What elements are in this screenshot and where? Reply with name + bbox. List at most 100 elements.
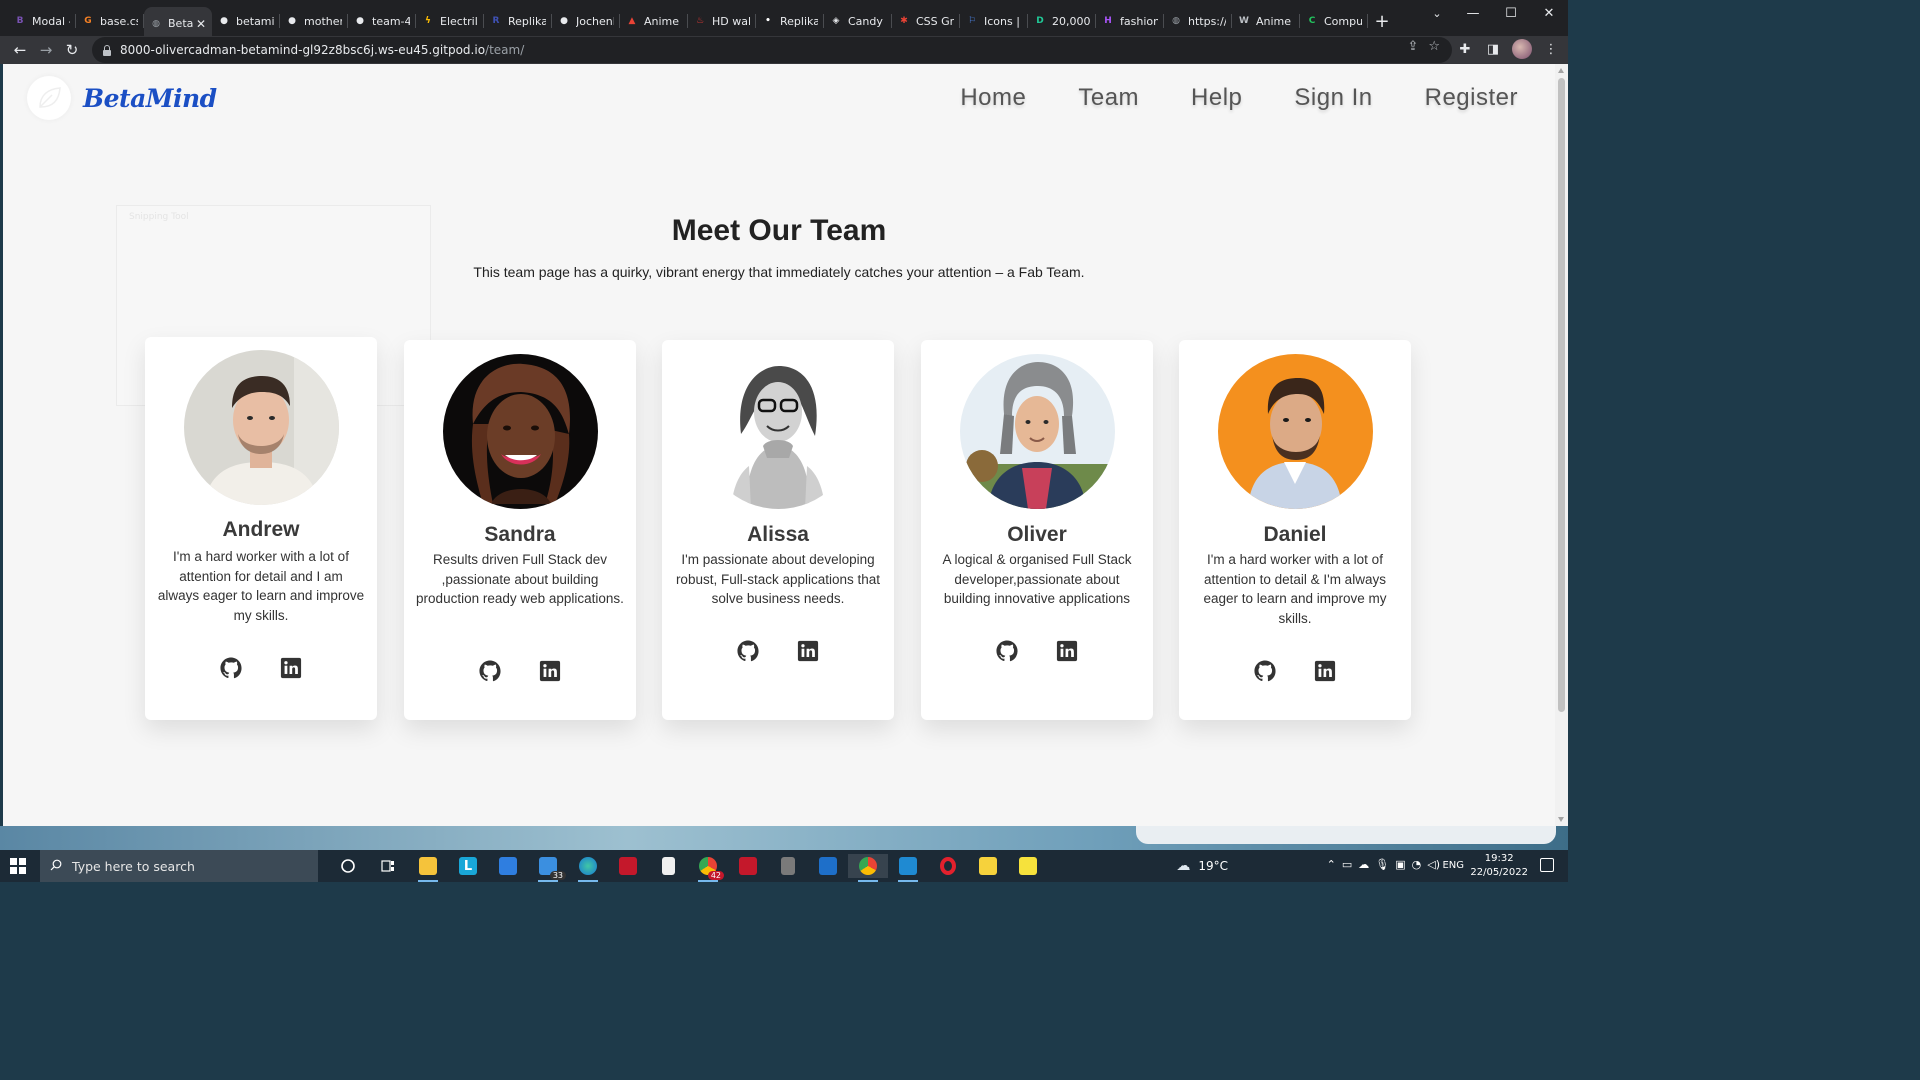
share-icon[interactable]: ⇪ <box>1407 39 1418 54</box>
back-icon[interactable]: ← <box>8 38 32 62</box>
browser-tab[interactable]: ● betamin <box>212 7 280 35</box>
browser-tab[interactable]: B Modal - <box>8 7 76 35</box>
windows-start-icon[interactable] <box>10 858 26 874</box>
github-icon[interactable] <box>479 660 501 682</box>
photos-icon[interactable] <box>808 854 848 878</box>
store-icon[interactable] <box>488 854 528 878</box>
cortana-icon[interactable] <box>328 854 368 878</box>
nav-help[interactable]: Help <box>1191 84 1242 112</box>
nav-register[interactable]: Register <box>1425 84 1518 112</box>
maximize-icon[interactable]: ☐ <box>1492 0 1530 26</box>
sticky-notes-icon-2[interactable] <box>1008 854 1048 878</box>
github-icon[interactable] <box>1254 660 1276 682</box>
github-icon[interactable] <box>220 657 242 679</box>
browser-tab[interactable]: ✱ CSS Gra <box>892 7 960 35</box>
reload-icon[interactable]: ↻ <box>60 38 84 62</box>
browser-tab[interactable]: ● JochenF <box>552 7 620 35</box>
volume-icon[interactable]: ◁) <box>1427 858 1440 871</box>
site-logo[interactable]: BetaMind <box>27 76 217 120</box>
wifi-icon[interactable]: ◔ <box>1412 858 1422 871</box>
browser-tab[interactable]: ● team-4 <box>348 7 416 35</box>
weather-widget[interactable]: ☁ 19°C <box>1176 858 1228 874</box>
browser-tab[interactable]: ♨ HD wall <box>688 7 756 35</box>
tray-icons: ⌃ ▭ ☁ 🎙 ▣ ◔ ◁) <box>1327 858 1440 871</box>
taskbar-search[interactable]: Type here to search <box>40 850 318 882</box>
vscode-icon[interactable] <box>888 854 928 882</box>
avatar <box>960 354 1115 509</box>
close-tab-icon[interactable]: ✕ <box>196 17 206 31</box>
linkedin-icon[interactable] <box>797 640 819 662</box>
nav-team[interactable]: Team <box>1078 84 1139 112</box>
mail-icon[interactable]: 33 <box>528 854 568 882</box>
github-icon[interactable] <box>996 640 1018 662</box>
scroll-down-arrow-icon[interactable] <box>1558 817 1564 822</box>
social-links <box>662 640 894 662</box>
browser-tab-strip: BModal - Gbase.css◍Beta✕●betamin●mother●… <box>0 0 1568 40</box>
display-icon[interactable]: ▣ <box>1395 858 1405 871</box>
chevron-up-icon[interactable]: ⌃ <box>1327 858 1336 871</box>
input-language[interactable]: ENG <box>1442 860 1464 871</box>
browser-tab[interactable]: Hfashion <box>1096 7 1164 35</box>
close-window-icon[interactable]: ✕ <box>1530 0 1568 26</box>
mcafee-icon-2[interactable] <box>728 854 768 878</box>
sticky-notes-icon[interactable] <box>968 854 1008 878</box>
linkedin-icon[interactable] <box>280 657 302 679</box>
browser-tab[interactable]: ⚐ Icons | F <box>960 7 1028 35</box>
github-icon[interactable] <box>737 640 759 662</box>
scrollbar-thumb[interactable] <box>1558 78 1565 712</box>
browser-tab[interactable]: ϟ Electrill <box>416 7 484 35</box>
page-scrollbar[interactable] <box>1555 64 1568 826</box>
browser-tab[interactable]: ● mother <box>280 7 348 35</box>
meet-now-icon[interactable]: ▭ <box>1342 858 1352 871</box>
chrome-icon[interactable] <box>848 854 888 882</box>
browser-tab[interactable]: ◈ Candy C <box>824 7 892 35</box>
linkedin-icon[interactable] <box>1314 660 1336 682</box>
calculator-icon[interactable] <box>768 854 808 878</box>
browser-tab[interactable]: Gbase.css <box>76 7 144 35</box>
mail-badge: 33 <box>549 871 566 880</box>
search-icon <box>50 859 62 871</box>
menu-kebab-icon[interactable]: ⋮ <box>1542 38 1560 60</box>
linkedin-icon[interactable] <box>1056 640 1078 662</box>
browser-tab[interactable]: ◍ https:// <box>1164 7 1232 35</box>
new-tab-icon[interactable]: + <box>1368 7 1396 35</box>
browser-tab[interactable]: D 20,000+ <box>1028 7 1096 35</box>
chrome-badge: 42 <box>707 871 724 880</box>
avatar <box>443 354 598 509</box>
task-view-icon[interactable] <box>368 854 408 878</box>
l-app-icon[interactable]: L <box>448 854 488 878</box>
nav-home[interactable]: Home <box>960 84 1026 112</box>
forward-icon[interactable]: → <box>34 38 58 62</box>
chrome-beta-icon[interactable]: 42 <box>688 854 728 882</box>
scroll-up-arrow-icon[interactable] <box>1558 68 1564 73</box>
file-explorer-icon[interactable] <box>408 854 448 882</box>
opera-icon[interactable] <box>928 854 968 878</box>
browser-tab[interactable]: W Anime v <box>1232 7 1300 35</box>
tab-search-icon[interactable]: ⌄ <box>1422 0 1452 26</box>
bookmark-star-icon[interactable]: ☆ <box>1428 39 1440 54</box>
taskbar-clock[interactable]: 19:32 22/05/2022 <box>1470 852 1528 880</box>
notification-icon[interactable] <box>1540 858 1554 872</box>
tab-title: JochenF <box>576 14 614 28</box>
globe-icon: ◍ <box>152 18 160 29</box>
candy-icon: ◈ <box>832 16 840 26</box>
browser-tab[interactable]: • Replika <box>756 7 824 35</box>
cloud-icon[interactable]: ☁ <box>1358 858 1369 871</box>
address-bar[interactable]: 8000-olivercadman-betamind-gl92z8bsc6j.w… <box>92 37 1452 63</box>
windows-taskbar: Type here to search L 33 42 ☁ 19°C ⌃ ▭ ☁… <box>0 850 1568 882</box>
side-panel-icon[interactable]: ◨ <box>1484 38 1502 60</box>
extensions-icon[interactable]: ✚ <box>1456 38 1474 60</box>
notepad-icon[interactable] <box>648 854 688 878</box>
browser-tab[interactable]: R Replika <box>484 7 552 35</box>
microphone-icon[interactable]: 🎙 <box>1375 858 1389 871</box>
nav-sign-in[interactable]: Sign In <box>1294 84 1372 112</box>
mcafee-icon[interactable] <box>608 854 648 878</box>
browser-tab[interactable]: C Compu <box>1300 7 1368 35</box>
member-bio: A logical & organised Full Stack develop… <box>942 552 1132 607</box>
linkedin-icon[interactable] <box>539 660 561 682</box>
browser-tab[interactable]: ▲ Anime V <box>620 7 688 35</box>
edge-icon[interactable] <box>568 854 608 882</box>
minimize-icon[interactable]: — <box>1454 0 1492 26</box>
tab-title: HD wall <box>712 14 750 28</box>
profile-avatar[interactable] <box>1512 39 1532 59</box>
